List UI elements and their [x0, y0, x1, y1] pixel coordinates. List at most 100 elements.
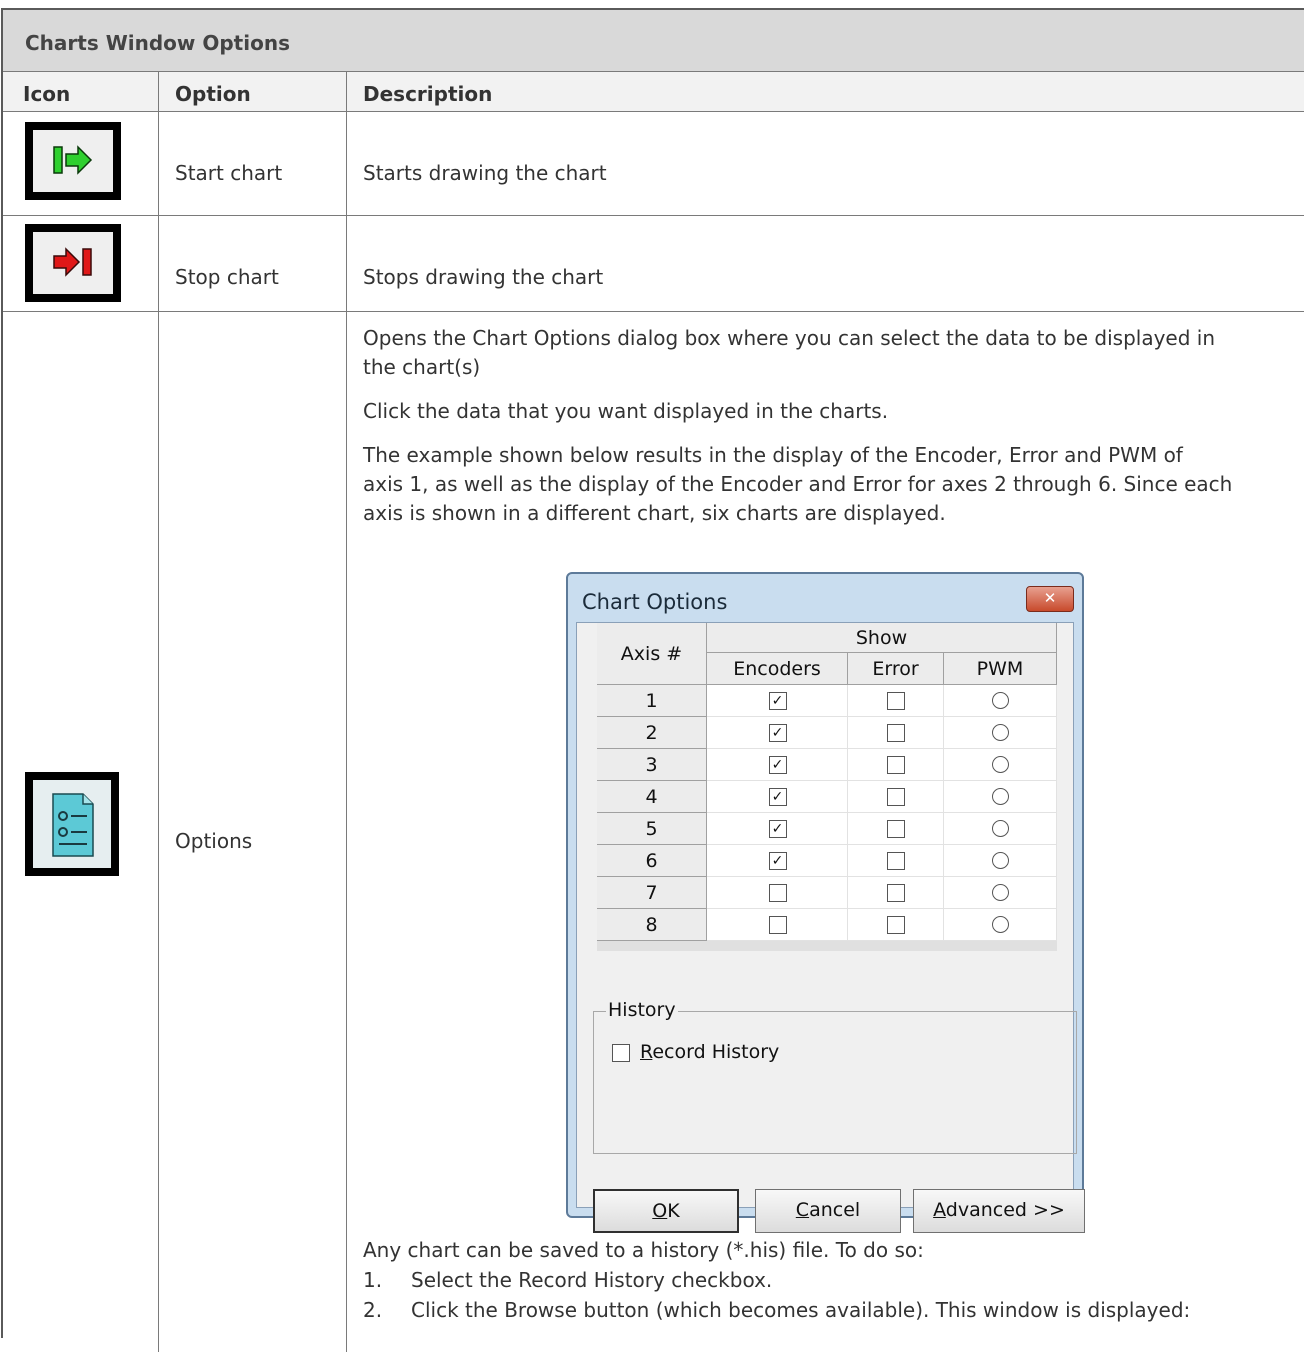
- grid-cell: [707, 877, 848, 909]
- axis-number: 1: [597, 685, 707, 717]
- options-icon: [25, 772, 119, 876]
- encoders-checkbox[interactable]: ✓: [768, 820, 787, 838]
- record-history-label[interactable]: Record History: [640, 1041, 779, 1063]
- grid-cell: [848, 877, 944, 909]
- pwm-radio[interactable]: [991, 788, 1009, 805]
- dialog-client-area: Axis # Show Encoders Error PWM 1 ✓ 2 ✓ 3 ✓ 4 ✓ 5…: [576, 622, 1085, 1233]
- header-icon: Icon: [23, 82, 71, 106]
- axis-number: 8: [597, 909, 707, 941]
- error-checkbox[interactable]: [887, 692, 905, 710]
- grid-cell: ✓: [707, 813, 848, 845]
- header-pwm: PWM: [944, 653, 1057, 685]
- history-group-label: History: [606, 999, 678, 1021]
- description-line: Any chart can be saved to a history (*.h…: [363, 1238, 924, 1262]
- table-header-row: Icon Option Description: [3, 72, 1304, 112]
- description-stop-chart: Stops drawing the chart: [363, 265, 604, 289]
- table-row: Stop chart Stops drawing the chart: [3, 216, 1304, 312]
- table-title: Charts Window Options: [25, 31, 290, 55]
- option-options: Options: [175, 829, 253, 853]
- table-title-row: Charts Window Options: [3, 10, 1304, 72]
- axis-number: 7: [597, 877, 707, 909]
- grid-cell: ✓: [707, 781, 848, 813]
- dialog-title: Chart Options: [582, 590, 728, 614]
- description-line: Opens the Chart Options dialog box where…: [363, 326, 1216, 350]
- error-checkbox[interactable]: [887, 724, 905, 742]
- axis-number: 5: [597, 813, 707, 845]
- axis-number: 3: [597, 749, 707, 781]
- grid-cell: [944, 813, 1057, 845]
- error-checkbox[interactable]: [887, 756, 905, 774]
- grid-cell: [848, 781, 944, 813]
- history-group: History Record History: [593, 999, 1077, 1154]
- grid-cell: [944, 909, 1057, 941]
- encoders-checkbox[interactable]: [768, 916, 787, 934]
- encoders-checkbox[interactable]: ✓: [768, 756, 787, 774]
- grid-cell: ✓: [707, 717, 848, 749]
- description-line: The example shown below results in the d…: [363, 443, 1183, 467]
- header-option: Option: [175, 82, 251, 106]
- grid-cell: [944, 749, 1057, 781]
- error-checkbox[interactable]: [887, 884, 905, 902]
- description-line: axis is shown in a different chart, six …: [363, 501, 946, 525]
- error-checkbox[interactable]: [887, 916, 905, 934]
- grid-cell: [944, 845, 1057, 877]
- grid-cell: [848, 749, 944, 781]
- list-number: 2.: [363, 1298, 383, 1322]
- column-divider: [158, 72, 159, 111]
- error-checkbox[interactable]: [887, 820, 905, 838]
- axis-number: 4: [597, 781, 707, 813]
- encoders-checkbox[interactable]: ✓: [768, 788, 787, 806]
- grid-cell: ✓: [707, 685, 848, 717]
- encoders-checkbox[interactable]: ✓: [768, 692, 787, 710]
- table-row: Start chart Starts drawing the chart: [3, 112, 1304, 216]
- pwm-radio[interactable]: [991, 756, 1009, 773]
- pwm-radio[interactable]: [991, 820, 1009, 837]
- encoders-checkbox[interactable]: ✓: [768, 852, 787, 870]
- grid-cell: [848, 845, 944, 877]
- grid-cell: [944, 877, 1057, 909]
- header-axis: Axis #: [597, 623, 707, 685]
- header-error: Error: [848, 653, 944, 685]
- pwm-radio[interactable]: [991, 916, 1009, 933]
- close-icon: ✕: [1043, 589, 1057, 607]
- pwm-radio[interactable]: [991, 692, 1009, 709]
- chart-options-dialog: Chart Options ✕ Axis # Show Encoders Err…: [566, 572, 1085, 1233]
- error-checkbox[interactable]: [887, 852, 905, 870]
- option-start-chart: Start chart: [175, 161, 283, 185]
- option-stop-chart: Stop chart: [175, 265, 279, 289]
- ok-button[interactable]: OK: [593, 1189, 739, 1233]
- description-start-chart: Starts drawing the chart: [363, 161, 607, 185]
- grid-cell: [707, 909, 848, 941]
- pwm-radio[interactable]: [991, 852, 1009, 869]
- grid-cell: ✓: [707, 749, 848, 781]
- record-history-checkbox[interactable]: [612, 1044, 630, 1062]
- advanced-button[interactable]: Advanced >>: [913, 1189, 1085, 1233]
- description-line: the chart(s): [363, 355, 481, 379]
- list-item: Click the Browse button (which becomes a…: [411, 1298, 1191, 1322]
- list-item: Select the Record History checkbox.: [411, 1268, 773, 1292]
- stop-chart-icon: [25, 224, 121, 302]
- axis-number: 2: [597, 717, 707, 749]
- grid-cell: [848, 685, 944, 717]
- grid-cell: [944, 685, 1057, 717]
- encoders-checkbox[interactable]: ✓: [768, 724, 787, 742]
- grid-cell: [848, 717, 944, 749]
- close-button[interactable]: ✕: [1026, 586, 1074, 612]
- encoders-checkbox[interactable]: [768, 884, 787, 902]
- pwm-radio[interactable]: [991, 884, 1009, 901]
- axis-grid: Axis # Show Encoders Error PWM 1 ✓ 2 ✓ 3 ✓ 4 ✓ 5…: [597, 623, 1057, 953]
- cancel-button[interactable]: Cancel: [755, 1189, 901, 1233]
- error-checkbox[interactable]: [887, 788, 905, 806]
- description-line: Click the data that you want displayed i…: [363, 399, 889, 423]
- header-encoders: Encoders: [707, 653, 848, 685]
- grid-cell: ✓: [707, 845, 848, 877]
- axis-number: 6: [597, 845, 707, 877]
- header-show: Show: [707, 623, 1057, 653]
- grid-cell: [944, 781, 1057, 813]
- horizontal-scrollbar[interactable]: [597, 941, 1057, 951]
- grid-cell: [848, 813, 944, 845]
- list-number: 1.: [363, 1268, 383, 1292]
- start-chart-icon: [25, 122, 121, 200]
- header-description: Description: [363, 82, 493, 106]
- pwm-radio[interactable]: [991, 724, 1009, 741]
